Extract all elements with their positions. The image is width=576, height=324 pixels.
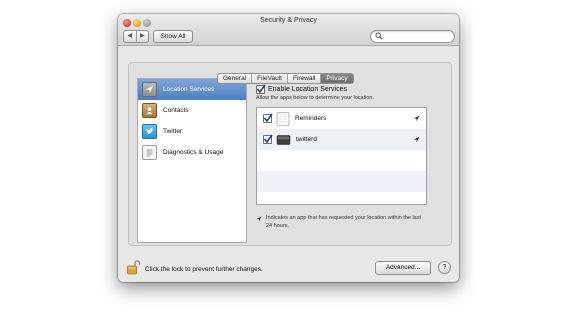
tab-filevault[interactable]: FileVault (251, 74, 287, 83)
location-services-subtitle: Allow the apps below to determine your l… (256, 95, 375, 101)
location-arrow-icon (413, 136, 420, 143)
sidebar-item-label: Location Services (163, 86, 215, 93)
enable-location-services-row[interactable]: Enable Location Services (256, 84, 347, 94)
window-title: Security & Privacy (260, 17, 317, 24)
location-app-list: Reminders twitterd (256, 107, 427, 205)
tab-firewall[interactable]: Firewall (286, 74, 320, 83)
tab-privacy[interactable]: Privacy (320, 74, 353, 83)
reminders-icon (276, 111, 290, 126)
advanced-button[interactable]: Advanced... (375, 261, 431, 275)
footer-bar: Click the lock to prevent further change… (118, 253, 459, 282)
sidebar-item-twitter[interactable]: Twitter (138, 121, 246, 142)
search-icon (375, 32, 383, 40)
unlocked-padlock-icon[interactable] (127, 260, 140, 275)
list-item-reminders[interactable]: Reminders (257, 108, 426, 129)
sidebar-item-diagnostics-usage[interactable]: Diagnostics & Usage (138, 142, 246, 163)
show-all-button[interactable]: Show All (153, 30, 193, 43)
tab-bar: General FileVault Firewall Privacy (217, 73, 354, 84)
title-bar: Security & Privacy ◀ ▶ Show All (118, 14, 459, 46)
tab-general[interactable]: General (218, 74, 251, 83)
reminders-checkbox[interactable] (263, 113, 273, 123)
twitter-icon (142, 124, 157, 139)
back-forward-control: ◀ ▶ (123, 30, 149, 43)
sidebar-item-label: Diagnostics & Usage (163, 149, 224, 156)
search-field[interactable] (370, 30, 455, 43)
list-item-twitterd[interactable]: twitterd (257, 129, 426, 150)
app-name: Reminders (295, 115, 327, 122)
location-services-icon (142, 82, 157, 97)
sidebar-item-contacts[interactable]: Contacts (138, 100, 246, 121)
privacy-category-list: Location Services Contacts Twitter Diagn… (137, 78, 247, 243)
list-item-empty (257, 171, 426, 192)
location-arrow-icon (413, 115, 420, 122)
list-item-empty (257, 150, 426, 171)
back-button[interactable]: ◀ (124, 31, 136, 42)
app-name: twitterd (296, 136, 317, 143)
twitterd-icon (276, 134, 291, 145)
lock-instructions: Click the lock to prevent further change… (145, 266, 263, 273)
sidebar-item-label: Contacts (163, 107, 189, 114)
contacts-icon (142, 103, 157, 118)
checkmark-icon (263, 134, 273, 144)
enable-location-services-checkbox[interactable] (256, 84, 266, 94)
recent-location-note-text: Indicates an app that has requested your… (266, 215, 422, 229)
checkmark-icon (256, 84, 266, 94)
checkmark-icon (263, 113, 273, 123)
help-button[interactable]: ? (438, 261, 451, 274)
location-services-pane: Enable Location Services Allow the apps … (246, 78, 437, 241)
sidebar-item-label: Twitter (163, 128, 183, 135)
location-arrow-icon (256, 216, 262, 222)
diagnostics-icon (142, 145, 157, 160)
security-privacy-window: Security & Privacy ◀ ▶ Show All General … (118, 14, 459, 282)
twitterd-checkbox[interactable] (263, 134, 273, 144)
recent-location-note: Indicates an app that has requested your… (256, 215, 428, 230)
forward-button[interactable]: ▶ (135, 31, 149, 42)
enable-location-services-label: Enable Location Services (268, 86, 347, 93)
